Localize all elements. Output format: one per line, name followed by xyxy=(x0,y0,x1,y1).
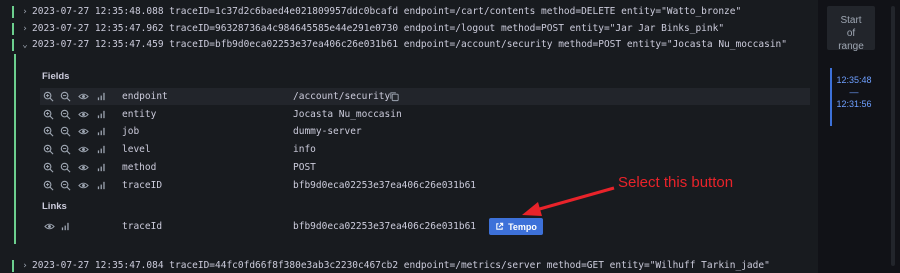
stats-icon[interactable] xyxy=(60,221,71,232)
links-title: Links xyxy=(42,201,67,212)
stats-icon[interactable] xyxy=(96,91,107,102)
field-row: job dummy-server xyxy=(40,123,810,140)
eye-icon[interactable] xyxy=(78,126,89,137)
field-key: traceID xyxy=(122,180,163,191)
eye-icon[interactable] xyxy=(78,162,89,173)
zoom-in-icon[interactable] xyxy=(43,144,54,155)
stats-icon[interactable] xyxy=(96,180,107,191)
log-line[interactable]: › 2023-07-27 12:35:48.088 traceID=1c37d2… xyxy=(12,4,742,20)
start-label-line1: Start xyxy=(840,15,862,26)
log-navigation-panel: Start of range 12:35:48 — 12:31:56 xyxy=(818,0,900,273)
field-row: endpoint /account/security xyxy=(40,88,810,105)
eye-icon[interactable] xyxy=(78,91,89,102)
start-label-line3: range xyxy=(838,41,864,52)
field-key: level xyxy=(122,144,151,155)
tempo-button-label: Tempo xyxy=(508,221,537,232)
level-indicator xyxy=(12,39,14,51)
link-value: bfb9d0eca02253e37ea406c26e031b61 xyxy=(293,221,477,232)
field-key: method xyxy=(122,162,157,173)
annotation-text: Select this button xyxy=(618,174,734,191)
zoom-out-icon[interactable] xyxy=(60,91,71,102)
zoom-in-icon[interactable] xyxy=(43,162,54,173)
logs-panel: › 2023-07-27 12:35:48.088 traceID=1c37d2… xyxy=(0,0,818,273)
field-value: dummy-server xyxy=(293,126,362,137)
zoom-in-icon[interactable] xyxy=(43,180,54,191)
zoom-out-icon[interactable] xyxy=(60,126,71,137)
field-value: POST xyxy=(293,162,316,173)
log-line-expanded[interactable]: ⌄ 2023-07-27 12:35:47.459 traceID=bfb9d0… xyxy=(12,37,787,53)
log-line[interactable]: › 2023-07-27 12:35:47.962 traceID=963287… xyxy=(12,21,725,37)
eye-icon[interactable] xyxy=(78,180,89,191)
copy-icon[interactable] xyxy=(389,91,400,102)
link-row: traceId bfb9d0eca02253e37ea406c26e031b61 xyxy=(40,218,810,235)
fields-title: Fields xyxy=(42,71,70,82)
field-row: level info xyxy=(40,141,810,158)
field-key: job xyxy=(122,126,140,137)
chevron-right-icon[interactable]: › xyxy=(20,21,30,37)
zoom-in-icon[interactable] xyxy=(43,126,54,137)
field-row: entity Jocasta Nu_moccasin xyxy=(40,106,810,123)
field-key: endpoint xyxy=(122,91,168,102)
start-of-range-button[interactable]: Start of range xyxy=(827,6,875,52)
zoom-out-icon[interactable] xyxy=(60,162,71,173)
eye-icon[interactable] xyxy=(78,144,89,155)
log-line-text: 2023-07-27 12:35:47.459 traceID=bfb9d0ec… xyxy=(32,39,787,50)
eye-icon[interactable] xyxy=(78,109,89,120)
range-end: 12:35:48 xyxy=(836,75,872,85)
zoom-out-icon[interactable] xyxy=(60,109,71,120)
stats-icon[interactable] xyxy=(96,109,107,120)
log-line-text: 2023-07-27 12:35:47.962 traceID=96328736… xyxy=(32,23,725,34)
time-range[interactable]: 12:35:48 — 12:31:56 xyxy=(830,68,876,126)
log-line-text: 2023-07-27 12:35:47.084 traceID=44fc0fd6… xyxy=(32,260,770,271)
scrollbar[interactable] xyxy=(891,6,895,266)
field-value: bfb9d0eca02253e37ea406c26e031b61 xyxy=(293,180,477,191)
zoom-in-icon[interactable] xyxy=(43,109,54,120)
stats-icon[interactable] xyxy=(96,126,107,137)
log-line-text: 2023-07-27 12:35:48.088 traceID=1c37d2c6… xyxy=(32,6,742,17)
log-line[interactable]: › 2023-07-27 12:35:47.084 traceID=44fc0f… xyxy=(12,258,770,273)
range-start: 12:31:56 xyxy=(836,99,872,109)
chevron-right-icon[interactable]: › xyxy=(20,258,30,273)
level-indicator xyxy=(12,6,14,18)
field-key: entity xyxy=(122,109,157,120)
zoom-in-icon[interactable] xyxy=(43,91,54,102)
start-label-line2: of xyxy=(846,28,856,39)
stats-icon[interactable] xyxy=(96,162,107,173)
chevron-down-icon[interactable]: ⌄ xyxy=(20,37,30,53)
chevron-right-icon[interactable]: › xyxy=(20,4,30,20)
field-value: info xyxy=(293,144,316,155)
stats-icon[interactable] xyxy=(96,144,107,155)
field-value: Jocasta Nu_moccasin xyxy=(293,109,402,120)
level-indicator xyxy=(12,23,14,35)
link-key: traceId xyxy=(122,221,163,232)
zoom-out-icon[interactable] xyxy=(60,144,71,155)
range-separator: — xyxy=(849,87,859,97)
zoom-out-icon[interactable] xyxy=(60,180,71,191)
annotation-arrow-icon xyxy=(522,186,615,216)
level-indicator xyxy=(12,260,14,272)
eye-icon[interactable] xyxy=(44,221,55,232)
external-link-icon xyxy=(496,222,504,230)
field-value: /account/security xyxy=(293,91,391,102)
